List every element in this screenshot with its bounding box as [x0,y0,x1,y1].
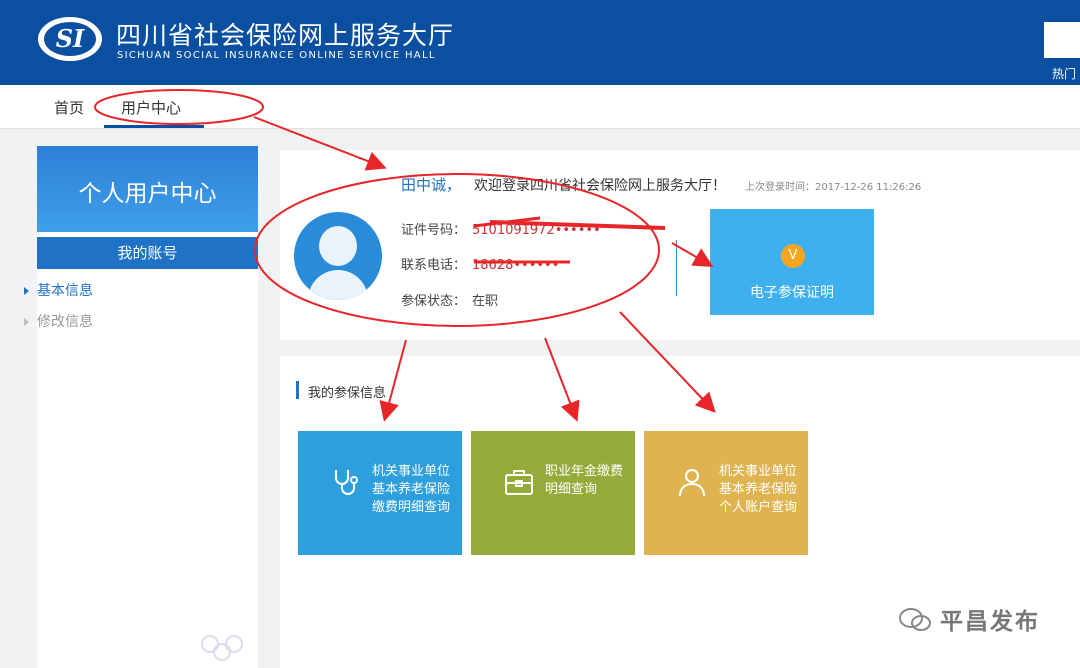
insurance-status-label: 参保状态： [401,294,467,309]
site-header: SI 四川省社会保险网上服务大厅 SICHUAN SOCIAL INSURANC… [0,0,1080,85]
phone-row: 联系电话： 18628•••••• [401,254,559,273]
sidebar-item-label: 修改信息 [37,314,93,330]
insurance-section-title: 我的参保信息 [308,386,387,401]
avatar-head [319,226,357,266]
v-badge-icon: V [781,244,805,268]
section-title-bar [296,381,299,399]
last-login-time: 上次登录时间：2017-12-26 11:26:26 [745,182,922,193]
id-number-value: 5101091972•••••• [472,223,601,238]
id-number-row: 证件号码： 5101091972•••••• [401,219,601,238]
stethoscope-icon [335,470,358,495]
avatar [294,212,382,300]
sidebar-heading: 个人用户中心 [78,181,217,207]
main-nav: 首页 用户中心 [0,85,1080,129]
e-certificate-label: 电子参保证明 [750,285,834,301]
si-logo-icon[interactable]: SI [36,14,104,64]
flower-decoration-icon [201,635,243,661]
tile-label: 机关事业单位 基本养老保险 个人账户查询 [719,464,798,515]
sidebar: 个人用户中心 我的账号 [37,146,258,668]
search-input[interactable] [1044,22,1080,58]
sidebar-item-basic-info[interactable]: 基本信息 [24,280,93,300]
watermark-text: 平昌发布 [940,609,1040,635]
user-name: 田中诚， [401,176,462,194]
briefcase-icon [505,470,533,495]
wechat-icon [899,608,931,631]
phone-value: 18628•••••• [472,258,560,273]
nav-home[interactable]: 首页 [54,97,84,118]
nav-active-indicator [104,125,204,128]
triangle-right-icon [24,287,29,295]
tile-label: 职业年金缴费 明细查询 [545,464,624,497]
phone-label: 联系电话： [401,258,467,273]
logo-text: SI [56,24,85,53]
sidebar-item-label: 基本信息 [37,283,93,299]
triangle-right-icon [24,318,29,326]
vertical-divider [676,240,677,296]
site-title: 四川省社会保险网上服务大厅 [116,21,455,50]
tile-label: 机关事业单位 基本养老保险 缴费明细查询 [372,464,451,515]
insurance-status-row: 参保状态： 在职 [401,290,498,309]
sidebar-tab-my-account[interactable]: 我的账号 [37,237,258,269]
hot-search-label[interactable]: 热门 [1052,65,1076,82]
avatar-body [308,270,368,300]
person-icon [679,469,705,497]
insurance-status-value: 在职 [472,294,499,309]
nav-user-center[interactable]: 用户中心 [121,97,181,118]
sidebar-heading-banner: 个人用户中心 [37,146,258,232]
id-number-label: 证件号码： [401,223,467,238]
site-subtitle: SICHUAN SOCIAL INSURANCE ONLINE SERVICE … [117,50,436,61]
welcome-message: 欢迎登录四川省社会保险网上服务大厅！ [474,178,726,194]
sidebar-item-edit-info[interactable]: 修改信息 [24,311,93,331]
